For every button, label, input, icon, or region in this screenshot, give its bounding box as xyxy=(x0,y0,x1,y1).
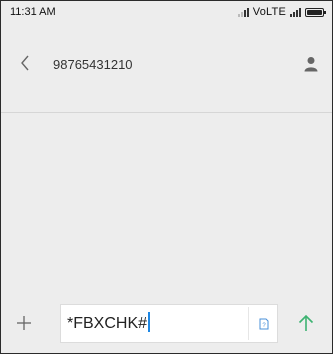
sim-select-button[interactable]: ? xyxy=(256,316,272,332)
compose-bar: *FBXCHK# ? xyxy=(1,294,332,353)
send-button[interactable] xyxy=(294,311,318,335)
status-indicators: VoLTE xyxy=(237,6,326,18)
network-type: VoLTE xyxy=(252,6,286,18)
signal-icon-2 xyxy=(290,7,301,17)
message-text: *FBXCHK# xyxy=(67,315,148,332)
status-time: 11:31 AM xyxy=(10,6,56,18)
battery-icon xyxy=(305,7,326,17)
plus-icon xyxy=(17,316,31,330)
contact-button[interactable] xyxy=(300,53,322,75)
message-input-box[interactable]: *FBXCHK# ? xyxy=(60,304,278,343)
back-button[interactable] xyxy=(15,53,35,73)
arrow-up-icon xyxy=(298,314,314,331)
attach-button[interactable] xyxy=(13,312,35,334)
chevron-left-icon xyxy=(21,55,29,71)
message-input[interactable]: *FBXCHK# xyxy=(67,305,237,342)
message-thread[interactable] xyxy=(1,113,332,294)
text-caret xyxy=(148,312,150,332)
status-bar: 11:31 AM VoLTE xyxy=(1,1,332,23)
sim-card-icon: ? xyxy=(259,318,269,330)
svg-text:?: ? xyxy=(262,323,266,329)
contact-number: 98765431210 xyxy=(53,57,133,72)
input-separator xyxy=(248,307,249,340)
person-icon xyxy=(304,57,318,72)
conversation-header: 98765431210 xyxy=(1,23,332,113)
sms-conversation-screen: 11:31 AM VoLTE 98765431210 *FBXCHK# ? xyxy=(0,0,333,354)
signal-icon xyxy=(237,7,249,17)
